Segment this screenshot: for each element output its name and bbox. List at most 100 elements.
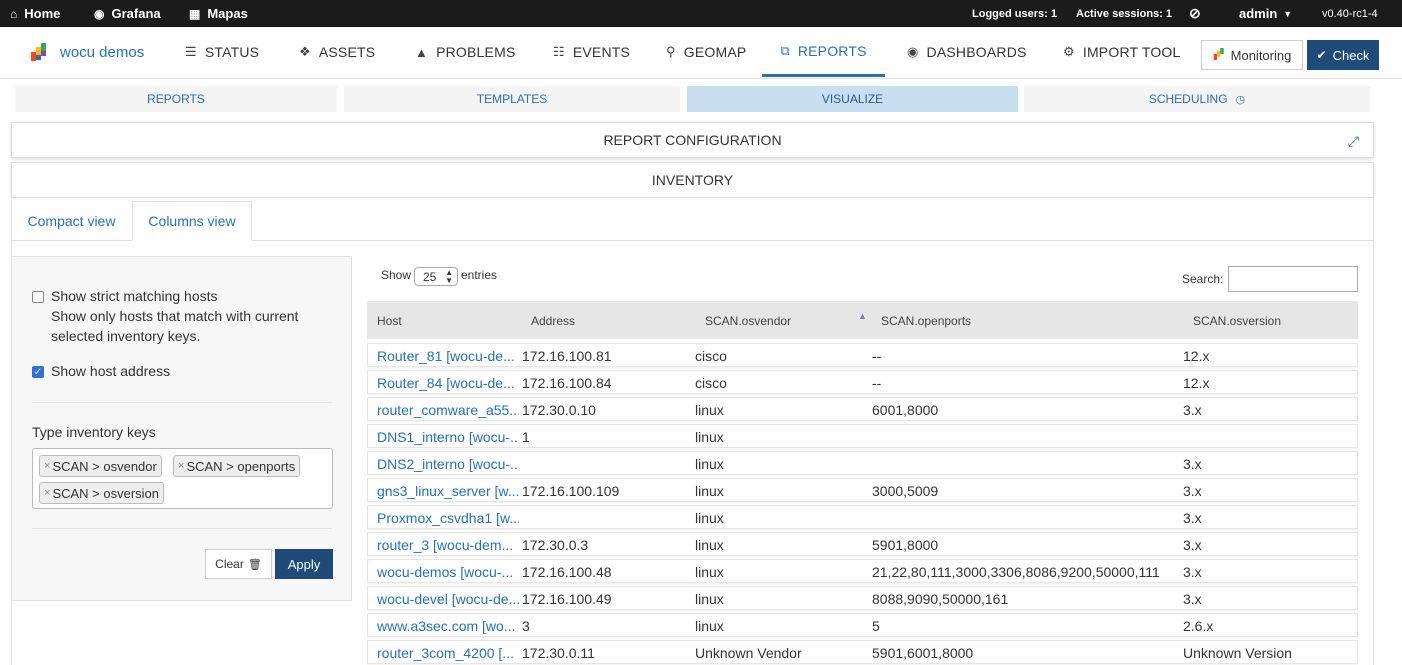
no-entry-icon[interactable]: ⊘ <box>1189 0 1201 27</box>
dashboard-icon: ◉ <box>907 44 919 59</box>
cubes-icon: ❖ <box>299 44 311 59</box>
osversion-cell: 3.x <box>1183 402 1202 418</box>
host-link[interactable]: wocu-devel [wocu-de... <box>377 587 519 611</box>
clear-button[interactable]: Clear 🗑 <box>205 549 272 579</box>
host-link[interactable]: www.a3sec.com [wo... <box>377 614 519 638</box>
show-host-address-label: Show host address <box>51 363 171 379</box>
inventory-key-chip[interactable]: × SCAN > osversion <box>39 482 165 504</box>
osvendor-cell: linux <box>695 429 724 445</box>
host-link[interactable]: router_3 [wocu-dem... <box>377 533 519 557</box>
openports-cell: 3000,5009 <box>872 483 939 499</box>
host-link[interactable]: router_comware_a55... <box>377 398 519 422</box>
osversion-cell: 3.x <box>1183 591 1202 607</box>
apply-button[interactable]: Apply <box>275 549 333 579</box>
trash-icon: 🗑 <box>247 558 262 571</box>
table-header: Host Address SCAN.osvendor ▲ SCAN.openpo… <box>367 301 1358 339</box>
show-host-address-checkbox[interactable]: ✓ <box>32 366 44 378</box>
remove-icon[interactable]: × <box>44 460 50 472</box>
subtab-templates[interactable]: TEMPLATES <box>344 86 680 112</box>
entries-label: entries <box>461 268 498 282</box>
table-row: Proxmox_csvdha1 [w... linux 3.x <box>367 505 1358 529</box>
nav-reports[interactable]: ⧉ REPORTS <box>762 27 885 77</box>
brand-name: wocu demos <box>60 43 145 61</box>
osversion-cell: 3.x <box>1183 510 1202 526</box>
search-label: Search: <box>1182 272 1224 286</box>
nav-geomap-label: GEOMAP <box>683 44 747 60</box>
host-link[interactable]: Router_81 [wocu-de... <box>377 344 519 368</box>
column-osversion[interactable]: SCAN.osversion <box>1193 301 1281 339</box>
inventory-key-label: SCAN > osversion <box>52 485 160 501</box>
expand-icon[interactable]: ⤢ <box>1348 133 1359 150</box>
inventory-key-chip[interactable]: × SCAN > osvendor <box>39 455 162 477</box>
remove-icon[interactable]: × <box>178 460 184 472</box>
nav-events[interactable]: ☷ EVENTS <box>553 27 630 77</box>
table-row: router_comware_a55... 172.30.0.10 linux 600… <box>367 397 1358 421</box>
table-row: router_3 [wocu-dem... 172.30.0.3 linux 5901… <box>367 532 1358 556</box>
address-cell: 172.30.0.3 <box>522 537 589 553</box>
brand[interactable]: wocu demos <box>30 42 144 62</box>
tab-columns-view[interactable]: Columns view <box>132 201 252 241</box>
inventory-key-chip[interactable]: × SCAN > openports <box>173 455 301 477</box>
host-link[interactable]: DNS2_interno [wocu-... <box>377 452 519 476</box>
host-link[interactable]: Router_84 [wocu-de... <box>377 371 519 395</box>
strict-matching-checkbox[interactable] <box>32 291 44 303</box>
check-button[interactable]: ✔ Check <box>1307 40 1379 70</box>
address-cell: 172.30.0.10 <box>522 402 596 418</box>
clock-icon: ◷ <box>1235 93 1246 106</box>
sort-ascending-icon: ▲ <box>858 311 867 321</box>
subtab-reports[interactable]: REPORTS <box>15 86 337 112</box>
column-address[interactable]: Address <box>531 301 575 339</box>
wocu-logo-icon <box>30 42 48 62</box>
home-link[interactable]: ⌂ Home <box>10 0 60 27</box>
nav-geomap[interactable]: ⚲ GEOMAP <box>666 27 746 77</box>
osversion-cell: 3.x <box>1183 564 1202 580</box>
strict-matching-desc-2: selected inventory keys. <box>51 328 201 344</box>
table-row: DNS1_interno [wocu-... 1 linux <box>367 424 1358 448</box>
report-configuration-panel[interactable]: REPORT CONFIGURATION ⤢ <box>11 122 1374 158</box>
inventory-key-label: SCAN > osvendor <box>52 458 157 474</box>
openports-cell: -- <box>872 348 882 364</box>
address-cell: 3 <box>522 618 530 634</box>
nav-import-tool[interactable]: ⚙ IMPORT TOOL <box>1063 27 1181 77</box>
inventory-key-label: SCAN > openports <box>186 458 296 474</box>
column-host[interactable]: Host <box>377 301 402 339</box>
osvendor-cell: linux <box>695 618 724 634</box>
subtab-scheduling[interactable]: SCHEDULING ◷ <box>1024 86 1370 112</box>
column-osvendor[interactable]: SCAN.osvendor <box>705 301 791 339</box>
osversion-cell: 3.x <box>1183 537 1202 553</box>
user-menu[interactable]: admin ▼ <box>1239 0 1292 27</box>
host-link[interactable]: wocu-demos [wocu-... <box>377 560 519 584</box>
remove-icon[interactable]: × <box>44 487 50 499</box>
grafana-link[interactable]: ◉ Grafana <box>94 0 161 27</box>
list-icon: ☰ <box>185 44 197 59</box>
map-marker-icon: ⚲ <box>666 44 676 59</box>
monitoring-button-label: Monitoring <box>1230 47 1292 63</box>
home-link-label: Home <box>24 6 61 21</box>
nav-problems[interactable]: ▲ PROBLEMS <box>415 27 515 77</box>
nav-status[interactable]: ☰ STATUS <box>185 27 259 77</box>
column-openports[interactable]: SCAN.openports <box>881 301 971 339</box>
address-cell: 1 <box>522 429 530 445</box>
host-link[interactable]: router_3com_4200 [... <box>377 641 519 665</box>
nav-assets[interactable]: ❖ ASSETS <box>299 27 375 77</box>
address-cell: 172.30.0.11 <box>522 645 595 661</box>
table-row: wocu-devel [wocu-de... 172.16.100.49 linux… <box>367 586 1358 610</box>
address-cell: 172.16.100.48 <box>522 564 612 580</box>
map-icon: ▦ <box>189 6 201 21</box>
subtab-visualize[interactable]: VISUALIZE <box>687 86 1018 112</box>
strict-matching-desc-1: Show only hosts that match with current <box>51 308 299 324</box>
inventory-title: INVENTORY <box>651 172 734 188</box>
host-link[interactable]: gns3_linux_server [w... <box>377 479 519 503</box>
tab-compact-view[interactable]: Compact view <box>12 201 131 241</box>
entries-select[interactable]: 25 ▲ ▼ <box>414 267 458 286</box>
host-link[interactable]: DNS1_interno [wocu-... <box>377 425 519 449</box>
database-icon: ☷ <box>553 44 565 59</box>
osvendor-cell: Unknown Vendor <box>695 645 802 661</box>
search-input[interactable] <box>1228 266 1358 292</box>
mapas-link[interactable]: ▦ Mapas <box>189 0 248 27</box>
monitoring-button[interactable]: Monitoring <box>1201 40 1303 70</box>
grafana-link-label: Grafana <box>111 6 161 21</box>
nav-dashboards[interactable]: ◉ DASHBOARDS <box>907 27 1027 77</box>
host-link[interactable]: Proxmox_csvdha1 [w... <box>377 506 519 530</box>
inventory-keys-input[interactable]: × SCAN > osvendor × SCAN > openports × S… <box>32 448 333 509</box>
